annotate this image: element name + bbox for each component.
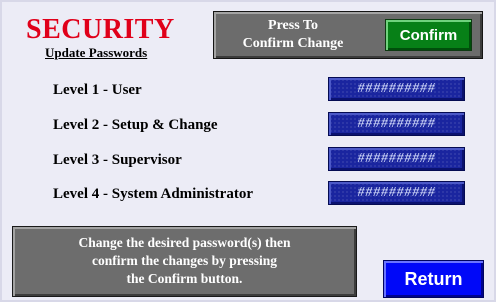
level-4-label: Level 4 - System Administrator <box>53 186 253 202</box>
password-row-level-4: Level 4 - System Administrator #########… <box>53 181 465 205</box>
level-1-label: Level 1 - User <box>53 82 142 98</box>
title-block: SECURITY Update Passwords <box>12 10 192 60</box>
password-row-level-1: Level 1 - User ########## <box>53 77 465 101</box>
page-title: SECURITY <box>26 14 175 45</box>
confirm-change-panel: Press To Confirm Change Confirm <box>213 11 483 59</box>
password-row-level-2: Level 2 - Setup & Change ########## <box>53 112 465 136</box>
instructions-panel: Change the desired password(s) then conf… <box>12 226 357 297</box>
confirm-button[interactable]: Confirm <box>385 19 472 51</box>
level-3-label: Level 3 - Supervisor <box>53 152 182 168</box>
return-button[interactable]: Return <box>383 260 484 298</box>
level-2-password-field[interactable]: ########## <box>328 112 465 136</box>
page-subtitle: Update Passwords <box>45 45 148 60</box>
level-4-password-field[interactable]: ########## <box>328 181 465 205</box>
level-1-password-field[interactable]: ########## <box>328 77 465 101</box>
security-update-passwords-screen: SECURITY Update Passwords Press To Confi… <box>0 0 496 302</box>
password-row-level-3: Level 3 - Supervisor ########## <box>53 147 465 171</box>
level-3-password-field[interactable]: ########## <box>328 147 465 171</box>
level-2-label: Level 2 - Setup & Change <box>53 117 218 133</box>
confirm-change-prompt: Press To Confirm Change <box>242 18 344 51</box>
